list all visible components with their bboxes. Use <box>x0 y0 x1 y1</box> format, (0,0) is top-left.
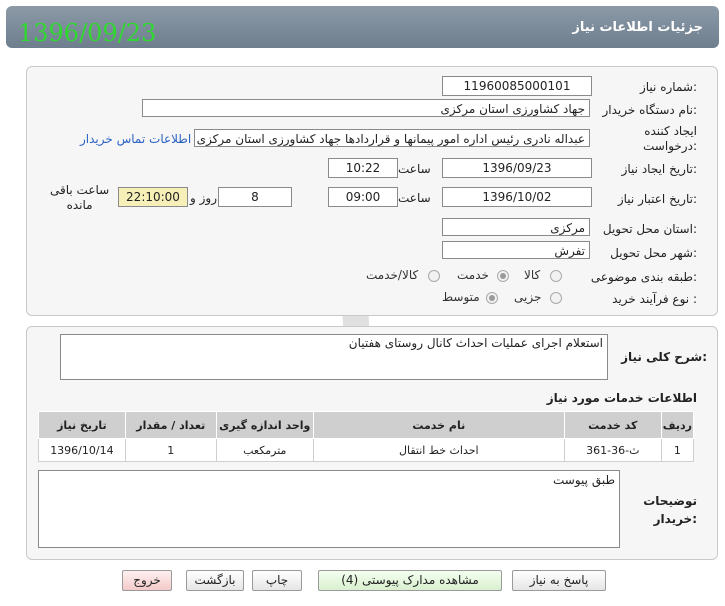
created-date-field: 1396/09/23 <box>442 158 592 178</box>
created-time-field: 10:22 <box>328 158 398 178</box>
remaining-label-line2: مانده <box>66 198 93 212</box>
cell-name: احداث خط انتقال <box>312 438 565 462</box>
exit-button[interactable]: خروج <box>122 570 172 591</box>
table-row: 1 ث-36-361 احداث خط انتقال مترمکعب 1 139… <box>38 438 695 462</box>
process-medium-radio[interactable] <box>486 292 498 304</box>
cell-qty: 1 <box>124 438 217 462</box>
process-medium-label: متوسط <box>442 290 480 304</box>
need-number-label: شماره نیاز: <box>639 80 697 94</box>
created-time-label: ساعت <box>398 162 431 176</box>
province-field: مرکزی <box>442 218 590 236</box>
reply-button[interactable]: پاسخ به نیاز <box>512 570 606 591</box>
buyer-field: جهاد کشاورزی استان مرکزی <box>142 99 590 117</box>
creator-label-line1: ایجاد کننده <box>644 124 697 138</box>
back-button[interactable]: بازگشت <box>186 570 244 591</box>
created-date-label: تاریخ ایجاد نیاز: <box>621 162 697 176</box>
buyer-contact-link[interactable]: اطلاعات تماس خریدار <box>80 132 191 146</box>
creator-label-line2: درخواست: <box>643 139 697 153</box>
col-qty: تعداد / مقدار <box>124 411 217 439</box>
buyer-label: نام دستگاه خریدار: <box>602 103 698 117</box>
remaining-time-field: 22:10:00 <box>118 187 188 207</box>
cell-date: 1396/10/14 <box>38 438 126 462</box>
page-title: جزئیات اطلاعات نیاز <box>572 20 703 35</box>
cell-row: 1 <box>660 438 695 462</box>
header-bar: 1396/09/23 جزئیات اطلاعات نیاز <box>6 6 719 48</box>
process-minor-label: جزیی <box>514 290 542 304</box>
validity-time-label: ساعت <box>398 191 431 205</box>
city-field: تفرش <box>442 241 590 259</box>
category-service-radio[interactable] <box>497 270 509 282</box>
need-number-field: 1196008500010‏1 <box>442 76 592 96</box>
col-name: نام خدمت <box>312 411 565 439</box>
buyer-notes-label-line1: توضیحات <box>643 494 697 508</box>
creator-field: عبداله نادری رئیس اداره امور پیمانها و ق… <box>194 129 590 147</box>
col-code: کد خدمت <box>563 411 662 439</box>
validity-date-field: 1396/10/02 <box>442 187 592 207</box>
col-unit: واحد اندازه گیری <box>215 411 314 439</box>
validity-time-field: 09:00 <box>328 187 398 207</box>
date-stamp: 1396/09/23 <box>18 19 157 47</box>
process-minor-radio[interactable] <box>550 292 562 304</box>
category-goods-label: کالا <box>524 268 541 282</box>
description-label: شرح کلی نیاز: <box>621 350 707 364</box>
print-button[interactable]: چاپ <box>252 570 302 591</box>
category-goods-service-label: کالا/خدمت <box>366 268 419 282</box>
days-label: روز و <box>190 191 217 205</box>
buyer-notes-label: توضیحات خریدار: <box>643 492 697 528</box>
attachments-button[interactable]: مشاهده مدارک پیوستی (4) <box>318 570 502 591</box>
province-label: استان محل تحویل: <box>602 222 697 236</box>
validity-date-label: تاریخ اعتبار نیاز: <box>617 192 697 206</box>
buyer-notes-label-line2: خریدار: <box>653 512 697 526</box>
services-table: ردیف کد خدمت نام خدمت واحد اندازه گیری ت… <box>38 411 695 462</box>
category-goods-service-radio[interactable] <box>428 270 440 282</box>
col-row: ردیف <box>660 411 695 439</box>
days-field: 8 <box>218 187 292 207</box>
creator-label: ایجاد کننده درخواست: <box>643 124 697 154</box>
city-label: شهر محل تحویل: <box>610 246 697 260</box>
remaining-label: ساعت باقی مانده <box>50 183 109 213</box>
services-title: اطلاعات خدمات مورد نیاز <box>546 391 697 405</box>
cell-code: ث-36-361 <box>563 438 662 462</box>
category-goods-radio[interactable] <box>550 270 562 282</box>
category-service-label: خدمت <box>457 268 489 282</box>
cell-unit: مترمکعب <box>215 438 314 462</box>
col-date: تاریخ نیاز <box>38 411 126 439</box>
category-label: طبقه بندی موضوعی: <box>590 270 697 284</box>
buyer-notes-field: طبق پیوست <box>38 470 620 548</box>
description-field: استعلام اجرای عملیات احداث کانال روستای … <box>60 334 608 380</box>
process-label: نوع فرآیند خرید : <box>612 292 697 306</box>
remaining-label-line1: ساعت باقی <box>50 183 110 197</box>
